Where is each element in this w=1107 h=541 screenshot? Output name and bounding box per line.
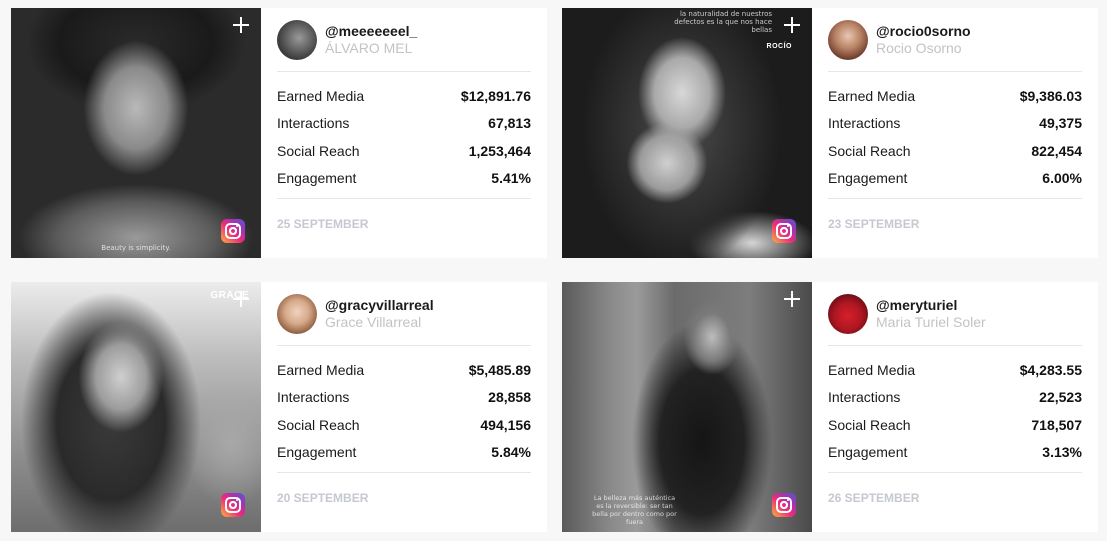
metric-value: 3.13% (1042, 444, 1082, 461)
metric-interactions: Interactions 22,523 (828, 384, 1082, 412)
profile-header: @meryturiel Maria Turiel Soler (828, 282, 1082, 346)
metric-earned-media: Earned Media $5,485.89 (277, 356, 531, 384)
metric-label: Interactions (277, 389, 350, 406)
metric-value: 22,523 (1039, 389, 1082, 406)
card-info: @meryturiel Maria Turiel Soler Earned Me… (812, 282, 1098, 532)
metric-engagement: Engagement 5.41% (277, 165, 531, 193)
influencer-card: GRACE @gracyvillarreal Grace Villarreal … (11, 282, 547, 532)
metric-value: 494,156 (480, 416, 531, 433)
metrics-list: Earned Media $4,283.55 Interactions 22,5… (828, 346, 1082, 473)
metric-value: 1,253,464 (468, 142, 531, 159)
profile-name: Grace Villarreal (325, 313, 422, 330)
influencer-grid: Beauty is simplicity. @meeeeeeel_ ÁLVARO… (0, 0, 1107, 541)
metric-label: Engagement (828, 444, 908, 461)
post-photo[interactable]: GRACE (11, 282, 261, 532)
metric-value: $9,386.03 (1019, 87, 1082, 104)
add-icon[interactable] (232, 290, 250, 308)
metric-label: Social Reach (277, 142, 360, 159)
metric-label: Engagement (277, 170, 357, 187)
metric-social-reach: Social Reach 718,507 (828, 411, 1082, 439)
metric-earned-media: Earned Media $12,891.76 (277, 82, 531, 110)
metric-label: Interactions (828, 115, 901, 132)
metrics-list: Earned Media $9,386.03 Interactions 49,3… (828, 72, 1082, 199)
instagram-icon[interactable] (221, 493, 245, 517)
profile-handle[interactable]: @rocio0sorno (876, 23, 971, 40)
metric-interactions: Interactions 67,813 (277, 110, 531, 138)
card-info: @meeeeeeel_ ÁLVARO MEL Earned Media $12,… (261, 8, 547, 258)
post-photo[interactable]: Beauty is simplicity. (11, 8, 261, 258)
metric-label: Social Reach (828, 416, 911, 433)
metric-engagement: Engagement 3.13% (828, 439, 1082, 467)
metric-value: $5,485.89 (468, 361, 531, 378)
metric-value: 67,813 (488, 115, 531, 132)
metric-label: Social Reach (828, 142, 911, 159)
metric-social-reach: Social Reach 494,156 (277, 411, 531, 439)
add-icon[interactable] (783, 16, 801, 34)
metric-value: 822,454 (1031, 142, 1082, 159)
photo-caption: La belleza más auténtica es la reversibl… (592, 494, 677, 526)
metric-value: $12,891.76 (460, 87, 531, 104)
metric-value: 6.00% (1042, 170, 1082, 187)
instagram-icon[interactable] (221, 219, 245, 243)
metric-value: 718,507 (1031, 416, 1082, 433)
metric-label: Earned Media (828, 87, 916, 104)
add-icon[interactable] (232, 16, 250, 34)
influencer-card: la naturalidad de nuestros defectos es l… (562, 8, 1098, 258)
metric-interactions: Interactions 49,375 (828, 110, 1082, 138)
profile-header: @gracyvillarreal Grace Villarreal (277, 282, 531, 346)
metric-label: Interactions (828, 389, 901, 406)
post-photo[interactable]: la naturalidad de nuestros defectos es l… (562, 8, 812, 258)
metric-value: $4,283.55 (1019, 361, 1082, 378)
photo-caption: Beauty is simplicity. (101, 244, 171, 252)
metric-engagement: Engagement 6.00% (828, 165, 1082, 193)
avatar[interactable] (828, 19, 868, 60)
photo-brand: ROCÍO (766, 43, 792, 50)
metrics-list: Earned Media $12,891.76 Interactions 67,… (277, 72, 531, 199)
metric-label: Earned Media (277, 361, 365, 378)
metric-engagement: Engagement 5.84% (277, 439, 531, 467)
metric-social-reach: Social Reach 1,253,464 (277, 137, 531, 165)
avatar[interactable] (277, 19, 317, 60)
metrics-list: Earned Media $5,485.89 Interactions 28,8… (277, 346, 531, 473)
metric-label: Engagement (828, 170, 908, 187)
metric-value: 5.41% (491, 170, 531, 187)
avatar[interactable] (828, 293, 868, 334)
metric-social-reach: Social Reach 822,454 (828, 137, 1082, 165)
metric-earned-media: Earned Media $4,283.55 (828, 356, 1082, 384)
profile-name: Maria Turiel Soler (876, 313, 986, 330)
profile-header: @meeeeeeel_ ÁLVARO MEL (277, 8, 531, 72)
metric-label: Interactions (277, 115, 350, 132)
profile-header: @rocio0sorno Rocio Osorno (828, 8, 1082, 72)
metric-label: Earned Media (277, 87, 365, 104)
profile-handle[interactable]: @gracyvillarreal (325, 297, 434, 314)
post-date: 26 SEPTEMBER (828, 491, 920, 505)
post-date: 23 SEPTEMBER (828, 217, 920, 231)
profile-name: Rocio Osorno (876, 39, 962, 56)
photo-caption: la naturalidad de nuestros defectos es l… (674, 10, 772, 34)
post-date: 20 SEPTEMBER (277, 491, 369, 505)
card-info: @gracyvillarreal Grace Villarreal Earned… (261, 282, 547, 532)
avatar[interactable] (277, 293, 317, 334)
post-date: 25 SEPTEMBER (277, 217, 369, 231)
post-photo[interactable]: La belleza más auténtica es la reversibl… (562, 282, 812, 532)
metric-value: 49,375 (1039, 115, 1082, 132)
profile-name: ÁLVARO MEL (325, 39, 413, 56)
instagram-icon[interactable] (772, 219, 796, 243)
metric-label: Earned Media (828, 361, 916, 378)
add-icon[interactable] (783, 290, 801, 308)
metric-earned-media: Earned Media $9,386.03 (828, 82, 1082, 110)
instagram-icon[interactable] (772, 493, 796, 517)
metric-value: 28,858 (488, 389, 531, 406)
metric-interactions: Interactions 28,858 (277, 384, 531, 412)
influencer-card: La belleza más auténtica es la reversibl… (562, 282, 1098, 532)
profile-handle[interactable]: @meeeeeeel_ (325, 23, 417, 40)
metric-label: Engagement (277, 444, 357, 461)
metric-label: Social Reach (277, 416, 360, 433)
card-info: @rocio0sorno Rocio Osorno Earned Media $… (812, 8, 1098, 258)
influencer-card: Beauty is simplicity. @meeeeeeel_ ÁLVARO… (11, 8, 547, 258)
metric-value: 5.84% (491, 444, 531, 461)
profile-handle[interactable]: @meryturiel (876, 297, 986, 314)
